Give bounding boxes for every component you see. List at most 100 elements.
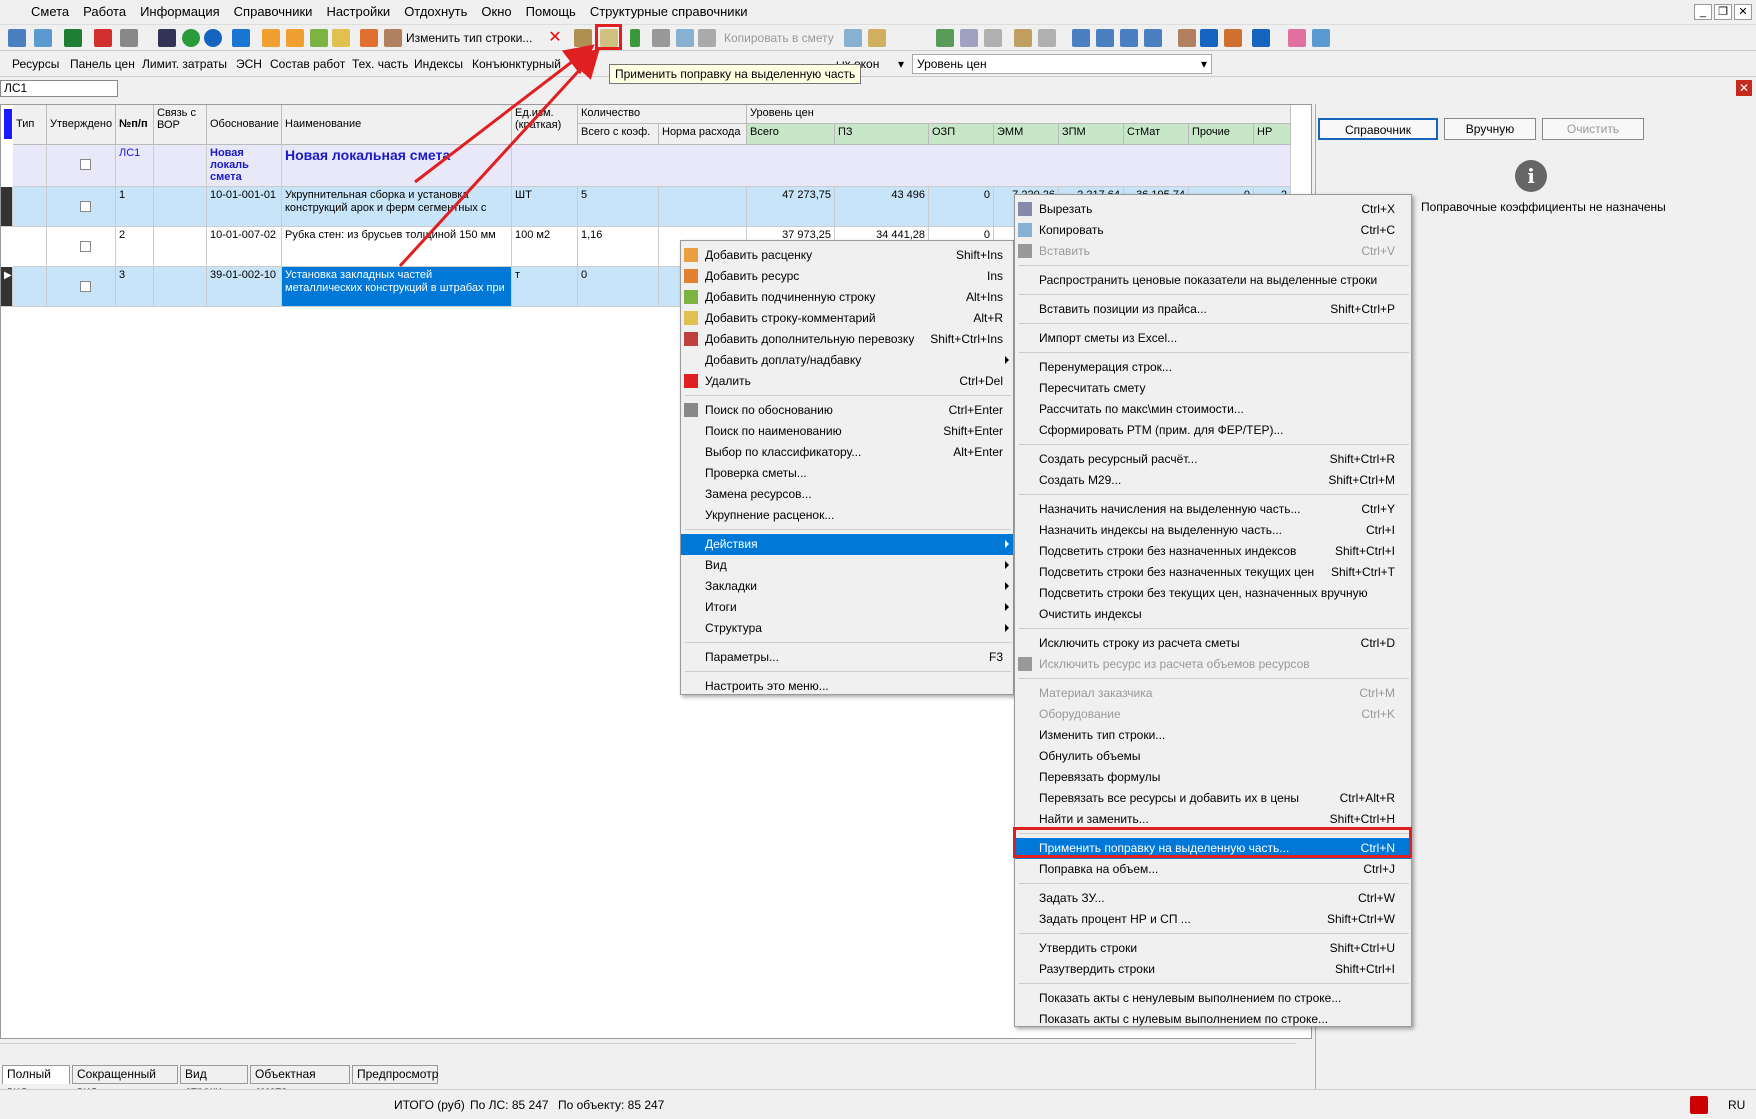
indent-icon[interactable] (1072, 29, 1090, 47)
copy-icon[interactable] (676, 29, 694, 47)
tab-tech[interactable]: Тех. часть (352, 57, 408, 71)
minimize-icon[interactable]: _ (1694, 4, 1712, 20)
col-unit[interactable]: Ед.изм. (краткая) (512, 105, 578, 145)
menu-item[interactable]: Структура (681, 618, 1013, 639)
col-ozp[interactable]: ОЗП (929, 124, 994, 145)
transport-icon[interactable] (360, 29, 378, 47)
menu-item[interactable]: Перевязать формулы (1015, 767, 1411, 788)
address-field[interactable]: ЛС1 (0, 80, 118, 97)
menu-item[interactable]: Обнулить объемы (1015, 746, 1411, 767)
car-icon[interactable] (1252, 29, 1270, 47)
menu-struct[interactable]: Структурные справочники (583, 0, 755, 24)
menu-item[interactable]: Копировать Ctrl+C (1015, 220, 1411, 241)
restore-icon[interactable]: ❐ (1714, 4, 1732, 20)
col-name[interactable]: Наименование (282, 105, 512, 145)
menu-item[interactable]: Параметры... F3 (681, 647, 1013, 668)
approved-checkbox[interactable] (80, 241, 91, 252)
menu-item[interactable]: Исключить строку из расчета сметы Ctrl+D (1015, 633, 1411, 654)
menu-item[interactable]: Поправка на объем... Ctrl+J (1015, 859, 1411, 880)
menu-item[interactable]: Исключить ресурс из расчета объемов ресу… (1015, 654, 1411, 675)
tab-limit[interactable]: Лимит. затраты (142, 57, 227, 71)
paste-icon[interactable] (698, 29, 716, 47)
menu-item[interactable]: Импорт сметы из Excel... (1015, 328, 1411, 349)
clear-button[interactable]: Очистить (1542, 118, 1644, 140)
menu-item[interactable]: Поиск по наименованию Shift+Enter (681, 421, 1013, 442)
menu-item[interactable]: Показать акты с ненулевым выполнением по… (1015, 988, 1411, 1009)
col-qty-total[interactable]: Всего с коэф. (578, 124, 659, 145)
menu-item[interactable]: Перевязать все ресурсы и добавить их в ц… (1015, 788, 1411, 809)
col-level[interactable]: Уровень цен (747, 105, 1291, 124)
refresh-icon[interactable] (182, 29, 200, 47)
truck-icon[interactable] (1200, 29, 1218, 47)
menu-item[interactable]: Настроить это меню... (681, 676, 1013, 697)
menu-item[interactable]: Добавить доплату/надбавку (681, 350, 1013, 371)
menu-window[interactable]: Окно (474, 0, 518, 24)
col-np[interactable]: НР (1254, 124, 1291, 145)
menu-item[interactable]: Выбор по классификатору... Alt+Enter (681, 442, 1013, 463)
doc2-icon[interactable] (984, 29, 1002, 47)
book-icon[interactable] (936, 29, 954, 47)
menu-item[interactable]: Сформировать РТМ (прим. для ФЕР/ТЕР)... (1015, 420, 1411, 441)
row-name[interactable]: Установка закладных частей металлических… (282, 267, 512, 307)
menu-item[interactable]: Подсветить строки без назначенных индекс… (1015, 541, 1411, 562)
menu-item[interactable]: Подсветить строки без текущих цен, назна… (1015, 583, 1411, 604)
col-stmat[interactable]: СтМат (1124, 124, 1189, 145)
menu-item[interactable]: Назначить начисления на выделенную часть… (1015, 499, 1411, 520)
menu-item[interactable]: Закладки (681, 576, 1013, 597)
add-comment-icon[interactable] (332, 29, 350, 47)
menu-item[interactable]: Рассчитать по макс\мин стоимости... (1015, 399, 1411, 420)
mute-icon[interactable] (1690, 1096, 1708, 1114)
add-rate-icon[interactable] (262, 29, 280, 47)
menu-help[interactable]: Помощь (519, 0, 583, 24)
menu-item[interactable]: Назначить индексы на выделенную часть...… (1015, 520, 1411, 541)
menu-item[interactable]: Замена ресурсов... (681, 484, 1013, 505)
menu-item[interactable]: Поиск по обоснованию Ctrl+Enter (681, 400, 1013, 421)
approved-checkbox[interactable] (80, 201, 91, 212)
add-resource-icon[interactable] (286, 29, 304, 47)
list-icon[interactable] (1014, 29, 1032, 47)
excel-icon[interactable] (64, 29, 82, 47)
col-total[interactable]: Всего (747, 124, 835, 145)
menu-item[interactable]: Изменить тип строки... (1015, 725, 1411, 746)
menu-item[interactable]: Добавить подчиненную строку Alt+Ins (681, 287, 1013, 308)
stack-icon[interactable] (1224, 29, 1242, 47)
approved-checkbox[interactable] (80, 159, 91, 170)
menu-smeta[interactable]: Смета (24, 0, 76, 24)
menu-item[interactable]: Вставить позиции из прайса... Shift+Ctrl+… (1015, 299, 1411, 320)
col-other[interactable]: Прочие (1189, 124, 1254, 145)
menu-item[interactable]: Действия (681, 534, 1013, 555)
col-qty-norm[interactable]: Норма расхода (659, 124, 747, 145)
col-num[interactable]: №п/п (116, 105, 154, 145)
add-sub-icon[interactable] (310, 29, 328, 47)
close-doc-icon[interactable]: ✕ (1736, 80, 1752, 96)
menu-item[interactable]: Удалить Ctrl+Del (681, 371, 1013, 392)
insert-icon[interactable] (34, 29, 52, 47)
menu-spravochniki[interactable]: Справочники (227, 0, 320, 24)
menu-item[interactable]: Укрупнение расценок... (681, 505, 1013, 526)
undo-icon[interactable] (204, 29, 222, 47)
menu-item[interactable]: Разутвердить строки Shift+Ctrl+I (1015, 959, 1411, 980)
menu-settings[interactable]: Настройки (319, 0, 397, 24)
price-level-select[interactable]: Уровень цен ▾ (912, 54, 1212, 74)
search-icon[interactable] (120, 29, 138, 47)
menu-item[interactable]: Очистить индексы (1015, 604, 1411, 625)
doc-icon[interactable] (960, 29, 978, 47)
menu-item[interactable]: Распространить ценовые показатели на выд… (1015, 270, 1411, 291)
menu-item[interactable]: Материал заказчика Ctrl+M (1015, 683, 1411, 704)
menu-item[interactable]: Добавить дополнительную перевозку Shift+C… (681, 329, 1013, 350)
change-type-icon[interactable] (384, 29, 402, 47)
col-qty[interactable]: Количество (578, 105, 747, 124)
col-approved[interactable]: Утверждено (47, 105, 116, 145)
col-basis[interactable]: Обоснование (207, 105, 282, 145)
menu-item[interactable]: Задать ЗУ... Ctrl+W (1015, 888, 1411, 909)
tab-price-panel[interactable]: Панель цен (70, 57, 135, 71)
copy-to-smeta-button[interactable]: Копировать в смету (724, 31, 834, 45)
tab-preview[interactable]: Предпросмотр (352, 1065, 438, 1084)
menu-item[interactable]: Перенумерация строк... (1015, 357, 1411, 378)
menu-item[interactable]: Показать акты с нулевым выполнением по с… (1015, 1009, 1411, 1030)
reference-button[interactable]: Справочник (1318, 118, 1438, 140)
menu-item[interactable]: Проверка сметы... (681, 463, 1013, 484)
tab-indexes[interactable]: Индексы (414, 57, 463, 71)
col-link[interactable]: Связь с ВОР (154, 105, 207, 145)
menu-item[interactable]: Подсветить строки без назначенных текущи… (1015, 562, 1411, 583)
